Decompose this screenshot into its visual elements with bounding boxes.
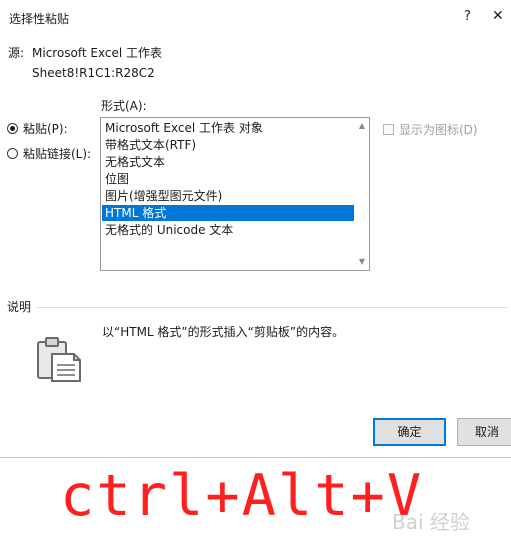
list-item[interactable]: 无格式文本: [102, 154, 354, 170]
radio-selected-icon[interactable]: [7, 122, 18, 134]
scroll-down-icon[interactable]: ▼: [356, 257, 368, 266]
source-value: Microsoft Excel 工作表: [32, 46, 163, 60]
list-item[interactable]: Microsoft Excel 工作表 对象: [102, 120, 354, 136]
help-button[interactable]: ?: [464, 9, 471, 24]
title-bar: 选择性粘贴 ? ✕: [0, 0, 511, 36]
list-item[interactable]: 图片(增强型图元文件): [102, 188, 354, 204]
paste-special-dialog: 选择性粘贴 ? ✕ 源: Microsoft Excel 工作表 Sheet8!…: [0, 0, 511, 458]
dialog-title: 选择性粘贴: [9, 12, 70, 26]
list-item-selected[interactable]: HTML 格式: [102, 205, 354, 221]
list-item[interactable]: 位图: [102, 171, 354, 187]
paste-radio[interactable]: 粘贴(P):: [7, 120, 68, 136]
scroll-up-icon[interactable]: ▲: [356, 121, 368, 130]
format-label: 形式(A):: [101, 99, 147, 113]
radio-unselected-icon[interactable]: [7, 147, 18, 159]
watermark: Bai 经验: [392, 510, 470, 534]
description-label: 说明: [7, 300, 32, 314]
shortcut-caption: ctrl+Alt+V: [60, 463, 424, 529]
display-as-icon-label: 显示为图标(D): [399, 123, 478, 137]
clipboard-icon: [35, 335, 83, 386]
list-item[interactable]: 带格式文本(RTF): [102, 137, 354, 153]
list-item[interactable]: 无格式的 Unicode 文本: [102, 222, 354, 238]
cancel-button[interactable]: 取消: [457, 418, 511, 446]
ok-button[interactable]: 确定: [373, 418, 446, 446]
paste-link-radio[interactable]: 粘贴链接(L):: [7, 145, 91, 161]
close-button[interactable]: ✕: [492, 8, 504, 24]
description-text: 以“HTML 格式”的形式插入“剪贴板”的内容。: [102, 325, 345, 339]
paste-radio-label: 粘贴(P):: [23, 121, 68, 136]
source-range: Sheet8!R1C1:R28C2: [32, 66, 155, 80]
source-label: 源:: [8, 46, 25, 60]
checkbox-icon[interactable]: [383, 124, 394, 135]
description-divider: [36, 307, 508, 308]
display-as-icon-checkbox[interactable]: 显示为图标(D): [383, 121, 478, 138]
format-listbox[interactable]: Microsoft Excel 工作表 对象 带格式文本(RTF) 无格式文本 …: [100, 117, 370, 271]
paste-link-radio-label: 粘贴链接(L):: [23, 146, 92, 161]
